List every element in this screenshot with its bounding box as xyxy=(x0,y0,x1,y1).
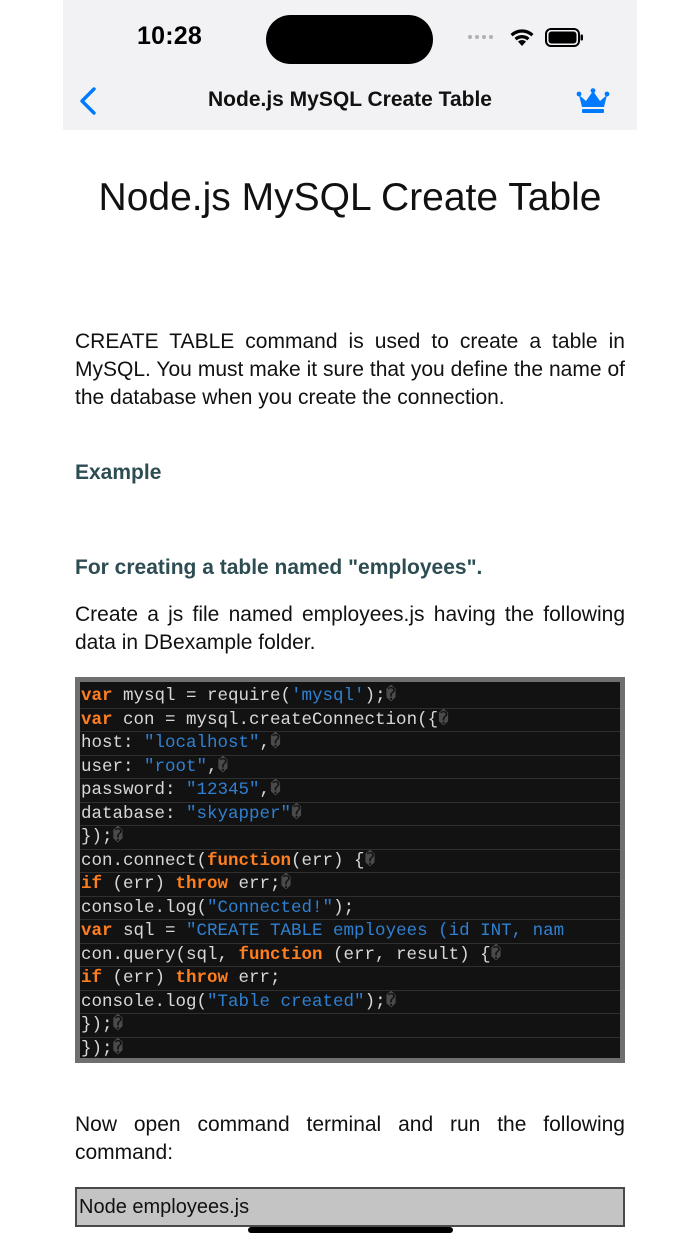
code-line: user: "root",� xyxy=(80,756,620,779)
code-line: var sql = "CREATE TABLE employees (id IN… xyxy=(80,920,620,944)
app-screen: 10:28 Node.js MySQL Create Table Node.js… xyxy=(63,0,637,1244)
code-token: 'mysql' xyxy=(291,686,365,706)
status-time: 10:28 xyxy=(137,22,202,50)
code-token: , xyxy=(259,780,271,800)
code-token: (err, result) { xyxy=(322,944,491,965)
instruction-paragraph: Create a js file named employees.js havi… xyxy=(75,603,625,654)
code-token: err; xyxy=(228,968,281,988)
run-command-paragraph: Now open command terminal and run the fo… xyxy=(75,1113,625,1164)
code-token: function xyxy=(238,944,323,965)
code-token: ); xyxy=(364,991,386,1012)
code-token: con.query(sql, xyxy=(81,944,239,965)
code-line: database: "skyapper"� xyxy=(80,803,620,826)
battery-icon xyxy=(545,28,583,47)
code-line: var con = mysql.createConnection({� xyxy=(80,709,620,732)
code-token: throw xyxy=(175,968,229,988)
code-token: "localhost" xyxy=(144,733,260,753)
code-line-glyph: � xyxy=(490,944,502,965)
code-token: "Table created" xyxy=(207,991,365,1012)
code-token: var xyxy=(81,686,113,706)
page-title: Node.js MySQL Create Table xyxy=(98,176,602,219)
code-token: }); xyxy=(81,1015,113,1035)
code-line: });� xyxy=(80,1038,620,1059)
code-token: (err) { xyxy=(291,850,365,871)
code-line: con.connect(function(err) {� xyxy=(80,850,620,873)
code-token: "Connected!" xyxy=(207,897,334,918)
code-line: con.query(sql, function (err, result) {� xyxy=(80,944,620,967)
status-bar: 10:28 xyxy=(63,0,637,66)
code-line: });� xyxy=(80,826,620,850)
code-token: sql = xyxy=(112,921,187,941)
code-line-glyph: � xyxy=(270,780,281,800)
code-line: console.log("Table created");� xyxy=(80,991,620,1014)
nav-title: Node.js MySQL Create Table xyxy=(208,88,492,111)
code-line: });� xyxy=(80,1014,620,1038)
intro-paragraph: CREATE TABLE command is used to create a… xyxy=(75,330,625,409)
code-token: console.log( xyxy=(81,991,208,1012)
code-line-glyph: � xyxy=(291,803,302,824)
dynamic-island xyxy=(266,15,433,64)
crown-icon[interactable] xyxy=(576,88,610,114)
code-token: if xyxy=(81,968,103,988)
code-token: function xyxy=(207,850,292,871)
code-line: password: "12345",� xyxy=(80,779,620,803)
code-line-glyph: � xyxy=(438,709,449,730)
code-line-glyph: � xyxy=(270,733,281,753)
code-token: var xyxy=(81,709,113,730)
code-token: }); xyxy=(81,1038,113,1059)
code-line-glyph: � xyxy=(217,756,229,777)
code-token: console.log( xyxy=(81,897,208,918)
code-line: if (err) throw err; xyxy=(80,967,620,991)
code-token: "CREATE TABLE employees (id INT, nam xyxy=(186,921,565,941)
home-indicator xyxy=(248,1227,453,1233)
code-block: var mysql = require('mysql');� var con = … xyxy=(75,677,625,1063)
code-token: throw xyxy=(175,874,229,894)
code-token: host: xyxy=(81,733,145,753)
code-token: con.connect( xyxy=(81,850,208,871)
code-line: var mysql = require('mysql');� xyxy=(80,685,620,709)
code-token: user: xyxy=(81,756,145,777)
code-token: err; xyxy=(228,874,281,894)
code-line: console.log("Connected!"); xyxy=(80,897,620,920)
code-token: if xyxy=(81,874,103,894)
code-token: con = mysql.createConnection({ xyxy=(112,709,439,730)
code-line: if (err) throw err;� xyxy=(80,873,620,897)
code-line: host: "localhost",� xyxy=(80,732,620,756)
chevron-left-icon[interactable] xyxy=(77,86,99,116)
code-line-glyph: � xyxy=(112,1038,124,1059)
code-token: database: xyxy=(81,803,187,824)
code-token: (err) xyxy=(102,968,176,988)
example-heading: Example xyxy=(75,461,162,484)
employees-heading: For creating a table named "employees". xyxy=(75,556,483,579)
code-line-glyph: � xyxy=(385,991,397,1012)
command-box: Node employees.js xyxy=(75,1187,625,1227)
code-token: ); xyxy=(333,897,355,918)
code-token: "12345" xyxy=(186,780,260,800)
wifi-icon xyxy=(510,29,534,46)
navigation-bar: Node.js MySQL Create Table xyxy=(63,66,637,130)
code-line-glyph: � xyxy=(280,874,292,894)
code-token: var xyxy=(81,921,113,941)
code-token: (err) xyxy=(102,874,176,894)
code-token: "skyapper" xyxy=(186,803,292,824)
code-token: , xyxy=(259,733,271,753)
cellular-signal-icon xyxy=(468,35,493,39)
code-token: mysql = require( xyxy=(112,686,292,706)
code-line-glyph: � xyxy=(364,850,376,871)
code-token: password: xyxy=(81,780,187,800)
code-token: }); xyxy=(81,827,113,847)
code-line-glyph: � xyxy=(112,827,124,847)
code-token: , xyxy=(207,756,218,777)
code-token: ); xyxy=(364,686,386,706)
code-token: "root" xyxy=(144,756,208,777)
code-line-glyph: � xyxy=(112,1015,124,1035)
code-line-glyph: � xyxy=(385,686,397,706)
